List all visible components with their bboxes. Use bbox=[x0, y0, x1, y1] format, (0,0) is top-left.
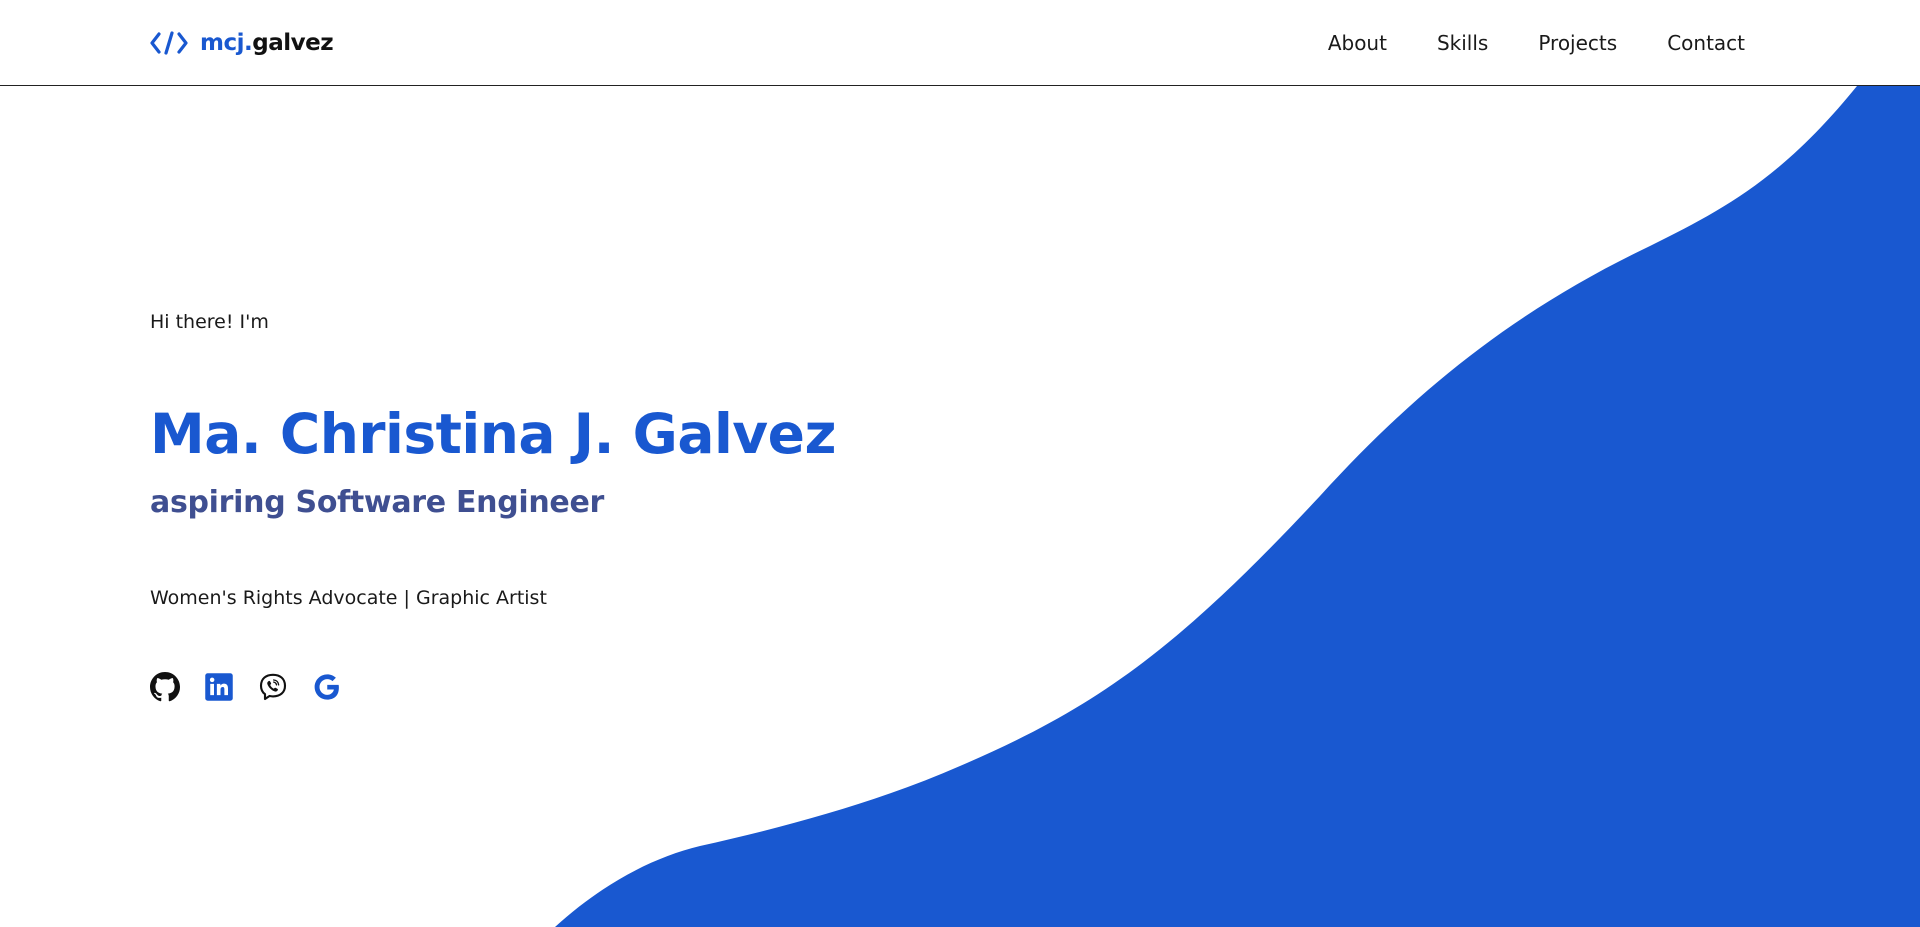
nav-link-about[interactable]: About bbox=[1328, 31, 1387, 55]
github-icon bbox=[150, 672, 180, 702]
social-links bbox=[150, 672, 342, 702]
nav-link-contact[interactable]: Contact bbox=[1667, 31, 1745, 55]
code-brackets-icon bbox=[150, 31, 188, 55]
google-link[interactable] bbox=[312, 672, 342, 702]
main-nav: About Skills Projects Contact bbox=[1278, 0, 1745, 86]
brand-prefix: mcj. bbox=[200, 30, 253, 56]
linkedin-icon bbox=[205, 673, 233, 701]
google-icon bbox=[314, 674, 339, 700]
brand-logo[interactable]: mcj.galvez bbox=[150, 27, 334, 59]
hero-tagline: Women's Rights Advocate | Graphic Artist bbox=[150, 587, 547, 609]
portfolio-page: mcj.galvez About Skills Projects Contact… bbox=[0, 0, 1920, 927]
top-navbar: mcj.galvez About Skills Projects Contact bbox=[0, 0, 1920, 86]
nav-link-projects[interactable]: Projects bbox=[1538, 31, 1617, 55]
viber-link[interactable] bbox=[258, 672, 288, 702]
brand-name: galvez bbox=[252, 30, 334, 56]
brand-text: mcj.galvez bbox=[200, 30, 334, 56]
hero-name: Ma. Christina J. Galvez bbox=[150, 402, 836, 466]
hero-role: aspiring Software Engineer bbox=[150, 485, 605, 520]
github-link[interactable] bbox=[150, 672, 180, 702]
viber-icon bbox=[259, 673, 287, 701]
nav-link-skills[interactable]: Skills bbox=[1437, 31, 1488, 55]
linkedin-link[interactable] bbox=[204, 672, 234, 702]
hero-greeting: Hi there! I'm bbox=[150, 311, 269, 333]
